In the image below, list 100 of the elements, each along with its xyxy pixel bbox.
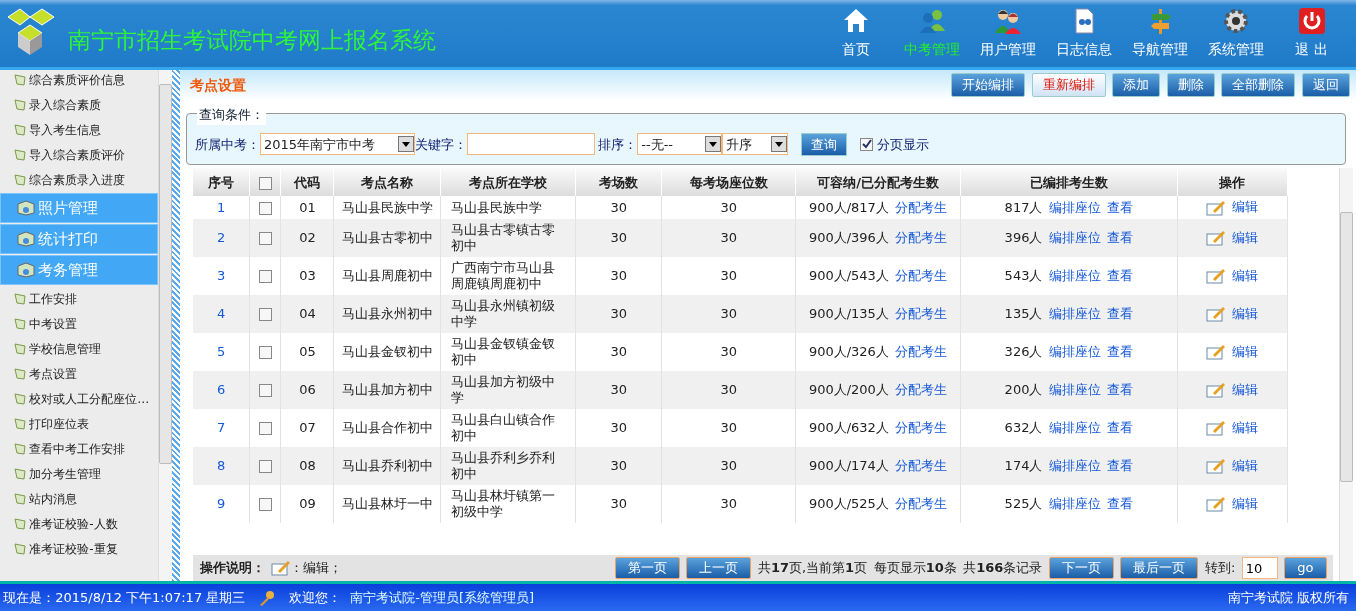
arrange-link[interactable]: 编排座位: [1048, 267, 1101, 283]
row-checkbox[interactable]: [258, 269, 272, 283]
assign-link[interactable]: 分配考生: [895, 419, 948, 435]
sidebar-item[interactable]: 中考设置: [0, 311, 158, 336]
row-number-link[interactable]: 7: [217, 419, 226, 435]
row-checkbox[interactable]: [258, 421, 272, 435]
go-button[interactable]: go: [1284, 557, 1327, 579]
sidebar-item[interactable]: 学校信息管理: [0, 336, 158, 361]
row-number-link[interactable]: 9: [217, 495, 226, 511]
sidebar-item[interactable]: 加分考生管理: [0, 461, 158, 486]
splitter[interactable]: [172, 70, 180, 581]
edit-icon: [1206, 420, 1227, 436]
toolbar-button[interactable]: 开始编排: [951, 73, 1025, 97]
view-link[interactable]: 查看: [1107, 457, 1134, 473]
edit-link[interactable]: 编辑: [1232, 457, 1259, 473]
arrange-link[interactable]: 编排座位: [1048, 343, 1101, 359]
sidebar-item[interactable]: 考点设置: [0, 361, 158, 386]
sidebar-item[interactable]: 工作安排: [0, 286, 158, 311]
assign-link[interactable]: 分配考生: [895, 381, 948, 397]
prev-page-button[interactable]: 上一页: [686, 557, 752, 579]
toolbar-button[interactable]: 添加: [1112, 73, 1160, 97]
arrange-link[interactable]: 编排座位: [1048, 381, 1101, 397]
view-link[interactable]: 查看: [1107, 495, 1134, 511]
keyword-field[interactable]: [467, 133, 595, 156]
toolbar-button[interactable]: 返回: [1301, 73, 1350, 97]
sidebar-item[interactable]: 综合素质评价信息: [0, 67, 158, 92]
arrange-link[interactable]: 编排座位: [1048, 229, 1101, 245]
table-cell: 632人: [1004, 419, 1043, 435]
assign-link[interactable]: 分配考生: [895, 267, 948, 283]
toolbar-button[interactable]: 全部删除: [1221, 73, 1295, 97]
row-checkbox[interactable]: [258, 307, 272, 321]
nav-item[interactable]: 日志信息: [1045, 7, 1122, 60]
assign-link[interactable]: 分配考生: [895, 343, 948, 359]
view-link[interactable]: 查看: [1107, 381, 1134, 397]
arrange-link[interactable]: 编排座位: [1048, 305, 1101, 321]
row-checkbox[interactable]: [258, 497, 272, 511]
nav-item[interactable]: 系统管理: [1197, 7, 1274, 60]
assign-link[interactable]: 分配考生: [895, 229, 948, 245]
view-link[interactable]: 查看: [1107, 229, 1134, 245]
next-page-button[interactable]: 下一页: [1048, 557, 1114, 579]
row-number-link[interactable]: 1: [217, 199, 226, 215]
view-link[interactable]: 查看: [1107, 199, 1134, 215]
row-number-link[interactable]: 5: [217, 343, 226, 359]
view-link[interactable]: 查看: [1107, 343, 1134, 359]
sidebar-item[interactable]: 录入综合素质: [0, 92, 158, 117]
assign-link[interactable]: 分配考生: [895, 495, 948, 511]
assign-link[interactable]: 分配考生: [895, 199, 948, 215]
toolbar-button[interactable]: 删除: [1166, 73, 1215, 97]
last-page-button[interactable]: 最后一页: [1120, 557, 1199, 579]
arrange-link[interactable]: 编排座位: [1048, 419, 1101, 435]
edit-link[interactable]: 编辑: [1232, 419, 1259, 435]
sidebar-item[interactable]: 导入考生信息: [0, 117, 158, 142]
row-checkbox[interactable]: [258, 201, 272, 215]
row-number-link[interactable]: 6: [217, 381, 226, 397]
nav-item[interactable]: 导航管理: [1121, 7, 1198, 60]
arrange-link[interactable]: 编排座位: [1048, 199, 1101, 215]
assign-link[interactable]: 分配考生: [895, 305, 948, 321]
sidebar-item[interactable]: 查看中考工作安排: [0, 436, 158, 461]
row-checkbox[interactable]: [258, 345, 272, 359]
view-link[interactable]: 查看: [1107, 305, 1134, 321]
row-checkbox[interactable]: [258, 231, 272, 245]
goto-field[interactable]: 10: [1241, 557, 1278, 579]
sidebar-item[interactable]: 准考证校验-重复: [0, 536, 158, 561]
sidebar-item[interactable]: 站内消息: [0, 486, 158, 511]
edit-link[interactable]: 编辑: [1232, 267, 1259, 283]
search-button[interactable]: 查询: [801, 132, 848, 156]
nav-item[interactable]: 用户管理: [969, 7, 1046, 60]
select-field[interactable]: 升序: [722, 133, 789, 156]
row-number-link[interactable]: 8: [217, 457, 226, 473]
assign-link[interactable]: 分配考生: [895, 457, 948, 473]
select-field[interactable]: 2015年南宁市中考: [260, 133, 415, 156]
select-field[interactable]: --无--: [637, 133, 723, 156]
table-cell: 马山县永州初中: [341, 305, 433, 321]
paging-checkbox[interactable]: 分页显示: [860, 134, 929, 154]
edit-link[interactable]: 编辑: [1232, 343, 1259, 359]
arrange-link[interactable]: 编排座位: [1048, 457, 1101, 473]
edit-link[interactable]: 编辑: [1232, 495, 1259, 511]
row-checkbox[interactable]: [258, 383, 272, 397]
select-all-checkbox[interactable]: [258, 176, 272, 190]
sidebar-item[interactable]: 综合素质录入进度: [0, 167, 158, 192]
toolbar-button[interactable]: 重新编排: [1031, 73, 1106, 97]
edit-link[interactable]: 编辑: [1232, 199, 1259, 215]
row-number-link[interactable]: 4: [217, 305, 226, 321]
edit-link[interactable]: 编辑: [1232, 305, 1259, 321]
row-number-link[interactable]: 3: [217, 267, 226, 283]
nav-item[interactable]: 退 出: [1273, 7, 1350, 60]
sidebar-item[interactable]: 校对或人工分配座位…: [0, 386, 158, 411]
sidebar-item[interactable]: 导入综合素质评价: [0, 142, 158, 167]
row-number-link[interactable]: 2: [217, 229, 226, 245]
view-link[interactable]: 查看: [1107, 267, 1134, 283]
sidebar-item[interactable]: 打印座位表: [0, 411, 158, 436]
sidebar-item[interactable]: 准考证校验-人数: [0, 511, 158, 536]
nav-item[interactable]: 首页: [817, 7, 894, 60]
edit-link[interactable]: 编辑: [1232, 229, 1259, 245]
view-link[interactable]: 查看: [1107, 419, 1134, 435]
row-checkbox[interactable]: [258, 459, 272, 473]
table-cell: 30: [610, 419, 628, 435]
arrange-link[interactable]: 编排座位: [1048, 495, 1101, 511]
edit-link[interactable]: 编辑: [1232, 381, 1259, 397]
first-page-button[interactable]: 第一页: [614, 557, 680, 579]
